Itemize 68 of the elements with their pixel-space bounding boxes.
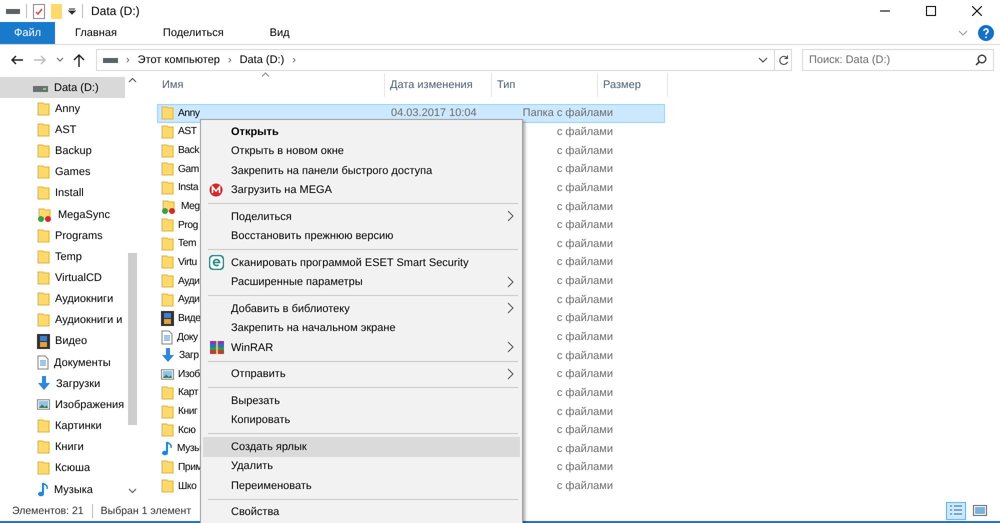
file-type: с файлами xyxy=(556,480,613,492)
file-type: с файлами xyxy=(556,144,613,157)
sidebar-label: Книги xyxy=(55,441,84,454)
file-type: с файлами xyxy=(556,386,613,399)
file-name: Ауди xyxy=(178,276,200,287)
sidebar-label: Аудиокниги xyxy=(55,293,114,306)
sidebar-label: Картинки xyxy=(55,420,102,432)
sidebar-label: Temp xyxy=(55,250,82,263)
file-type: с файлами xyxy=(556,442,613,455)
file-type: с файлами xyxy=(556,126,613,138)
file-type: с файлами xyxy=(556,294,613,306)
file-name: Книг xyxy=(178,406,198,418)
sidebar-label: Документы xyxy=(54,356,111,369)
file-type: с файлами xyxy=(556,275,613,288)
file-name: Virtu xyxy=(178,256,197,268)
file-type: с файлами xyxy=(556,368,613,380)
file-type: с файлами xyxy=(556,200,613,213)
file-type: с файлами xyxy=(556,406,613,418)
file-name: Доку xyxy=(177,332,198,342)
file-name: Meg xyxy=(181,201,200,212)
file-type: с файлами xyxy=(556,163,613,176)
sidebar-label: Backup xyxy=(55,145,92,158)
column-title: Дата изменения xyxy=(390,79,473,91)
file-name: Insta xyxy=(178,182,198,194)
column-title: Тип xyxy=(497,79,516,91)
file-name: Tem xyxy=(178,238,196,250)
file-name: Prog xyxy=(178,220,198,231)
file-type: с файлами xyxy=(556,424,613,436)
file-type: с файлами xyxy=(556,461,613,474)
selection-count: Выбран 1 элемент xyxy=(100,504,192,516)
file-name: Ауди xyxy=(178,294,200,306)
file-name: Back xyxy=(178,145,200,156)
sidebar-label: AST xyxy=(55,124,76,136)
window-title: Data (D:) xyxy=(91,4,140,18)
sidebar-label: Видео xyxy=(55,335,88,348)
file-type: с файлами xyxy=(556,350,613,362)
file-name: Изоб xyxy=(178,368,200,380)
sidebar-label: MegaSync xyxy=(58,208,110,221)
file-name: Загр xyxy=(179,350,199,362)
file-name: Anny xyxy=(178,108,200,119)
sidebar-label: Install xyxy=(55,187,84,200)
sidebar-label: Data (D:) xyxy=(54,82,99,94)
column-title: Размер xyxy=(603,79,641,91)
file-type: с файлами xyxy=(556,182,613,194)
file-type: с файлами xyxy=(556,256,613,268)
file-type: с файлами xyxy=(556,219,613,232)
sidebar-label: Games xyxy=(55,166,90,178)
sidebar-label: Programs xyxy=(55,230,103,242)
sidebar-label: Аудиокниги и xyxy=(55,314,122,326)
file-name: AST xyxy=(178,126,197,138)
file-type: Папка с файлами xyxy=(522,107,613,120)
sidebar-label: Anny xyxy=(55,102,80,115)
sidebar-label: Ксюша xyxy=(55,462,90,474)
file-type: с файлами xyxy=(556,331,613,343)
item-count: Элементов: 21 xyxy=(12,504,84,516)
file-type: с файлами xyxy=(556,312,613,324)
file-name: Ксю xyxy=(178,424,196,436)
sidebar-label: Изображения xyxy=(55,398,124,411)
file-name: Gam xyxy=(178,164,199,175)
sidebar-label: Загрузки xyxy=(56,378,100,390)
file-name: Карт xyxy=(178,387,198,398)
sidebar-label: Музыка xyxy=(54,484,93,496)
file-name: Шко xyxy=(178,480,196,492)
file-type: с файлами xyxy=(556,238,613,250)
file-date: 04.03.2017 10:04 xyxy=(391,107,477,120)
sidebar-label: VirtualCD xyxy=(55,272,102,284)
file-name: Виде xyxy=(178,312,200,324)
column-title: Имя xyxy=(162,79,184,91)
